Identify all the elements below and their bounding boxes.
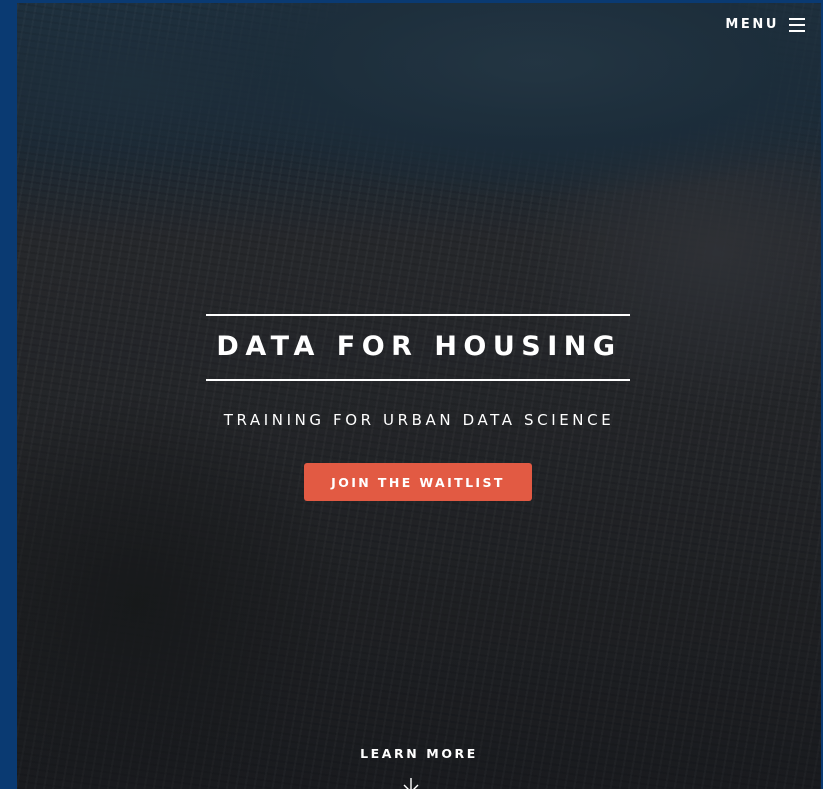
hero-background: MENU DATA FOR HOUSING TRAINING FOR URBAN… [17,3,821,789]
menu-button[interactable]: MENU [725,17,805,32]
title-rule-top [206,314,630,316]
hero-subtitle: TRAINING FOR URBAN DATA SCIENCE [223,411,615,429]
arrow-down-icon[interactable] [403,778,419,789]
menu-label: MENU [725,17,779,32]
join-waitlist-button[interactable]: JOIN THE WAITLIST [304,463,532,501]
learn-more-link[interactable]: LEARN MORE [17,746,821,761]
hamburger-icon[interactable] [789,17,805,32]
hero-title: DATA FOR HOUSING [216,331,622,362]
title-rule-bottom [206,379,630,381]
